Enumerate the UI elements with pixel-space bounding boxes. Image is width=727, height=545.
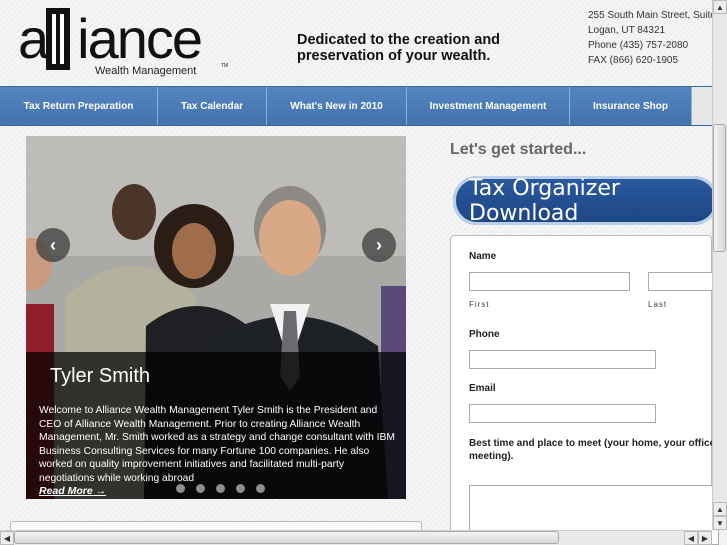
slider-dots [176, 484, 265, 493]
phone-number: Phone (435) 757-2080 [588, 40, 689, 51]
last-label: Last [648, 300, 668, 309]
meet-label: Best time and place to meet (your home, … [469, 438, 718, 462]
address-city: Logan, UT 84321 [588, 25, 666, 36]
slider-next-button[interactable]: › [362, 228, 396, 262]
logo-mark [46, 8, 70, 70]
form-heading: Let's get started... [450, 141, 587, 158]
first-label: First [469, 300, 490, 309]
vertical-scrollbar[interactable] [712, 0, 727, 530]
nav-item-overflow[interactable] [692, 87, 712, 125]
scroll-left-icon[interactable]: ◀ [0, 531, 14, 545]
main-nav: Tax Return Preparation Tax Calendar What… [0, 86, 712, 126]
hero-slider: ‹ › Tyler Smith Welcome to Alliance Weal… [26, 136, 406, 499]
last-name-input[interactable] [648, 272, 718, 291]
scroll-up-icon[interactable]: ▲ [713, 0, 727, 14]
contact-form: Name First Last Phone Email Best time an… [450, 235, 719, 545]
slider-prev-button[interactable]: ‹ [36, 228, 70, 262]
address-block: 255 South Main Street, Suite Logan, UT 8… [588, 8, 716, 68]
slider-dot[interactable] [256, 484, 265, 493]
slider-dot[interactable] [236, 484, 245, 493]
phone-label: Phone [469, 329, 500, 340]
read-more-link[interactable]: Read More → [39, 485, 106, 497]
logo-subtitle: Wealth Management [95, 65, 197, 77]
address-line: 255 South Main Street, Suite [588, 10, 716, 21]
nav-item-investment-management[interactable]: Investment Management [407, 87, 570, 125]
horizontal-scroll-thumb[interactable] [14, 531, 559, 544]
slider-dot[interactable] [216, 484, 225, 493]
slider-dot[interactable] [196, 484, 205, 493]
fax-number: FAX (866) 620-1905 [588, 55, 679, 66]
slider-dot[interactable] [176, 484, 185, 493]
tax-organizer-download-button[interactable]: Tax Organizer Download [453, 176, 718, 226]
email-label: Email [469, 383, 496, 394]
slide-title: Tyler Smith [50, 365, 151, 387]
nav-item-tax-calendar[interactable]: Tax Calendar [158, 87, 267, 125]
vertical-scroll-thumb[interactable] [713, 124, 726, 252]
scroll-up-icon-lower[interactable]: ▲ [713, 502, 727, 516]
scroll-down-icon[interactable]: ▼ [713, 516, 727, 530]
name-label: Name [469, 251, 497, 262]
logo-trademark: TM [221, 63, 229, 69]
scroll-left-icon-right[interactable]: ◀ [684, 531, 698, 545]
nav-item-tax-return-preparation[interactable]: Tax Return Preparation [0, 87, 158, 125]
phone-input[interactable] [469, 350, 656, 369]
tagline: Dedicated to the creation and preservati… [297, 32, 501, 64]
first-name-input[interactable] [469, 272, 630, 291]
scroll-right-icon[interactable]: ▶ [698, 531, 712, 545]
email-input[interactable] [469, 404, 656, 423]
slide-text: Welcome to Alliance Wealth Management Ty… [39, 405, 395, 484]
logo[interactable]: a iance Wealth Management TM [18, 8, 228, 78]
nav-item-insurance-shop[interactable]: Insurance Shop [570, 87, 692, 125]
nav-item-whats-new[interactable]: What's New in 2010 [267, 87, 407, 125]
